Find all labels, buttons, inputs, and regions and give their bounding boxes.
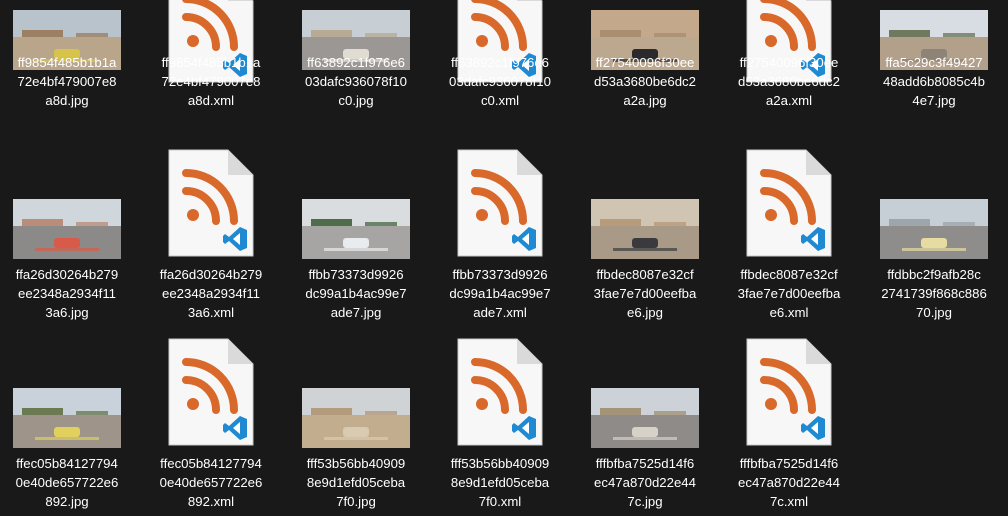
file-name-label: ff27540096f30ee d53a3680be6dc2 a2a.jpg	[594, 55, 696, 108]
file-name-label: ffec05b84127794 0e40de657722e6 892.xml	[159, 456, 263, 509]
file-item[interactable]: fff53b56bb40909 8e9d1efd05ceba 7f0.xml	[435, 336, 565, 516]
file-item[interactable]: ff9854f485b1b1a 72e4bf479007e8 a8d.jpg	[2, 0, 132, 155]
file-item[interactable]: ffbdec8087e32cf 3fae7e7d00eefba e6.jpg	[580, 147, 710, 327]
file-item[interactable]: ffbb73373d9926 dc99a1b4ac99e7 ade7.jpg	[291, 147, 421, 327]
xml-file-icon	[168, 149, 254, 257]
file-item[interactable]: ff27540096f30ee d53a3680be6dc2 a2a.jpg	[580, 0, 710, 155]
xml-file-icon	[457, 338, 543, 446]
file-name-label: ffa5c29c3f49427 48add6b8085c4b 4e7.jpg	[883, 55, 985, 108]
file-name-label: fffbfba7525d14f6 ec47a870d22e44 7c.xml	[738, 456, 840, 509]
image-thumbnail	[591, 388, 699, 448]
file-item[interactable]: ffbdec8087e32cf 3fae7e7d00eefba e6.xml	[724, 147, 854, 327]
file-name-label: fff53b56bb40909 8e9d1efd05ceba 7f0.xml	[450, 456, 550, 509]
file-name-label: ffa26d30264b279 ee2348a2934f11 3a6.xml	[159, 267, 263, 320]
file-name-label: ffa26d30264b279 ee2348a2934f11 3a6.jpg	[15, 267, 119, 320]
file-item[interactable]: ffa26d30264b279 ee2348a2934f11 3a6.xml	[146, 147, 276, 327]
file-grid: ff9854f485b1b1a 72e4bf479007e8 a8d.jpg f…	[0, 0, 1008, 514]
file-name-label: ffbb73373d9926 dc99a1b4ac99e7 ade7.xml	[449, 267, 551, 320]
file-name-label: ff9854f485b1b1a 72e4bf479007e8 a8d.jpg	[17, 55, 117, 108]
image-thumbnail	[13, 199, 121, 259]
image-thumbnail	[302, 388, 410, 448]
file-item[interactable]: ffec05b84127794 0e40de657722e6 892.xml	[146, 336, 276, 516]
xml-file-icon	[746, 338, 832, 446]
file-name-label: fff53b56bb40909 8e9d1efd05ceba 7f0.jpg	[306, 456, 406, 509]
file-name-label: fffbfba7525d14f6 ec47a870d22e44 7c.jpg	[594, 456, 696, 509]
file-item[interactable]: fffbfba7525d14f6 ec47a870d22e44 7c.xml	[724, 336, 854, 516]
xml-file-icon	[746, 149, 832, 257]
file-item[interactable]: ffa26d30264b279 ee2348a2934f11 3a6.jpg	[2, 147, 132, 327]
file-name-label: ffbb73373d9926 dc99a1b4ac99e7 ade7.jpg	[305, 267, 407, 320]
xml-file-icon	[457, 149, 543, 257]
file-name-label: ff63892c1f976e6 03dafc936078f10 c0.jpg	[305, 55, 407, 108]
image-thumbnail	[591, 199, 699, 259]
file-item[interactable]: ff63892c1f976e6 03dafc936078f10 c0.jpg	[291, 0, 421, 155]
file-name-label: ffec05b84127794 0e40de657722e6 892.jpg	[15, 456, 119, 509]
file-name-label: ffbdec8087e32cf 3fae7e7d00eefba e6.jpg	[593, 267, 697, 320]
file-item[interactable]: fff53b56bb40909 8e9d1efd05ceba 7f0.jpg	[291, 336, 421, 516]
file-name-label: ffdbbc2f9afb28c 2741739f868c886 70.jpg	[881, 267, 987, 320]
image-thumbnail	[302, 199, 410, 259]
file-item[interactable]: ffdbbc2f9afb28c 2741739f868c886 70.jpg	[869, 147, 999, 327]
file-name-label: ffbdec8087e32cf 3fae7e7d00eefba e6.xml	[737, 267, 841, 320]
file-item[interactable]: ff63892c1f976e6 03dafc936078f10 c0.xml	[435, 0, 565, 155]
file-name-label: ff63892c1f976e6 03dafc936078f10 c0.xml	[449, 55, 551, 108]
image-thumbnail	[880, 199, 988, 259]
file-item[interactable]: ff9854f485b1b1a 72e4bf479007e8 a8d.xml	[146, 0, 276, 155]
file-item[interactable]: fffbfba7525d14f6 ec47a870d22e44 7c.jpg	[580, 336, 710, 516]
file-name-label: ff27540096f30ee d53a3680be6dc2 a2a.xml	[738, 55, 840, 108]
image-thumbnail	[13, 388, 121, 448]
file-name-label: ff9854f485b1b1a 72e4bf479007e8 a8d.xml	[161, 55, 261, 108]
file-item[interactable]: ff27540096f30ee d53a3680be6dc2 a2a.xml	[724, 0, 854, 155]
file-item[interactable]: ffbb73373d9926 dc99a1b4ac99e7 ade7.xml	[435, 147, 565, 327]
xml-file-icon	[168, 338, 254, 446]
file-item[interactable]: ffa5c29c3f49427 48add6b8085c4b 4e7.jpg	[869, 0, 999, 155]
file-item[interactable]: ffec05b84127794 0e40de657722e6 892.jpg	[2, 336, 132, 516]
